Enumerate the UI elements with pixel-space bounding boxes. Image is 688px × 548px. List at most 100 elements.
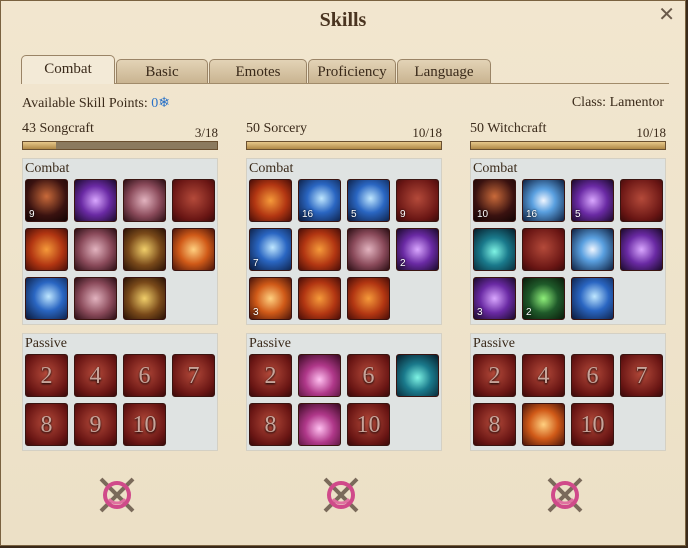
flame-pillar-icon[interactable]	[298, 228, 341, 271]
passive-skill-slot[interactable]: 7	[172, 354, 215, 397]
skill-rank: 2	[526, 307, 532, 318]
sheet-music-icon[interactable]	[74, 228, 117, 271]
skill-rank: 10	[477, 209, 489, 220]
chain-lightning-icon[interactable]: 9	[396, 179, 439, 222]
class-label: Class: Lamentor	[571, 95, 664, 110]
skillset-progress-bar	[246, 141, 442, 150]
note-burst-icon[interactable]	[25, 228, 68, 271]
skill-column-songcraft: 43 Songcraft 3/18 Combat 9 Passive 2 4 6…	[22, 121, 218, 451]
banish-icon[interactable]	[571, 228, 614, 271]
tab-basic[interactable]: Basic	[116, 59, 208, 83]
passive-number: 4	[537, 363, 550, 389]
roar-icon[interactable]	[172, 179, 215, 222]
song-scroll-icon[interactable]	[74, 277, 117, 320]
reset-skills-button[interactable]	[317, 471, 365, 519]
passive-number: 8	[40, 412, 53, 438]
section-label: Combat	[473, 161, 518, 176]
war-horn-icon[interactable]	[123, 277, 166, 320]
firewall-icon[interactable]	[298, 277, 341, 320]
title-bar[interactable]: Skills ✕	[1, 1, 685, 43]
fiend-icon[interactable]: 3	[473, 277, 516, 320]
tab-combat[interactable]: Combat	[21, 55, 115, 84]
blood-curse-icon[interactable]	[522, 228, 565, 271]
snowflake-icon: ❄	[158, 96, 170, 111]
passive-skill-slot[interactable]: 6	[347, 354, 390, 397]
spirit-icon[interactable]: 2	[522, 277, 565, 320]
passive-number: 8	[488, 412, 501, 438]
passive-skill-slot[interactable]: 4	[74, 354, 117, 397]
demon-face-icon[interactable]	[620, 179, 663, 222]
progress-fill	[247, 142, 441, 149]
eclipse-icon[interactable]: 5	[571, 179, 614, 222]
tab-emotes[interactable]: Emotes	[209, 59, 307, 83]
passive-skill-slot[interactable]: 8	[249, 403, 292, 446]
silhouette-icon[interactable]	[473, 228, 516, 271]
passive-skill-slot[interactable]: 9	[74, 403, 117, 446]
lyre-icon[interactable]: 9	[25, 179, 68, 222]
lightning-icon[interactable]: 5	[347, 179, 390, 222]
passive-skill-slot[interactable]: 2	[249, 354, 292, 397]
passive-skill-slot[interactable]: 10	[123, 403, 166, 446]
arcane-swirl-icon[interactable]	[298, 354, 341, 397]
vortex-icon[interactable]	[396, 354, 439, 397]
skillset-header: 50 Sorcery 10/18	[246, 121, 442, 140]
skill-rank: 3	[477, 307, 483, 318]
crossed-swords-icon	[99, 477, 135, 513]
passive-number: 6	[362, 363, 375, 389]
passive-number: 7	[635, 363, 648, 389]
lute-strike-icon[interactable]	[25, 277, 68, 320]
skillset-progress-bar	[22, 141, 218, 150]
ice-wave-icon[interactable]: 7	[249, 228, 292, 271]
skill-column-witchcraft: 50 Witchcraft 10/18 Combat 10 16 5 3 2 P…	[470, 121, 666, 451]
music-notes-icon[interactable]	[74, 179, 117, 222]
magic-scroll-icon[interactable]: 2	[396, 228, 439, 271]
sun-burst-icon[interactable]	[522, 403, 565, 446]
resonance-icon[interactable]	[172, 228, 215, 271]
passive-skill-slot[interactable]: 10	[347, 403, 390, 446]
passive-skill-slot[interactable]: 2	[473, 354, 516, 397]
skills-window: Skills ✕ Combat Basic Emotes Proficiency…	[0, 0, 686, 546]
skillset-header: 50 Witchcraft 10/18	[470, 121, 666, 140]
section-label: Passive	[473, 336, 515, 351]
reset-skills-button[interactable]	[541, 471, 589, 519]
tidal-wave-icon[interactable]	[571, 277, 614, 320]
footprints-icon[interactable]	[347, 228, 390, 271]
fireball-icon[interactable]	[249, 179, 292, 222]
passive-skill-slot[interactable]: 8	[25, 403, 68, 446]
passive-skill-slot[interactable]: 6	[571, 354, 614, 397]
meteor-icon[interactable]	[347, 277, 390, 320]
skillset-level: 3/18	[194, 125, 218, 140]
halo-icon[interactable]	[620, 228, 663, 271]
skillset-progress-bar	[470, 141, 666, 150]
progress-fill	[23, 142, 56, 149]
cursed-hand-icon[interactable]: 10	[473, 179, 516, 222]
passive-skill-slot[interactable]: 6	[123, 354, 166, 397]
close-icon[interactable]: ✕	[658, 5, 675, 25]
skillset-level: 10/18	[412, 125, 442, 140]
passive-skill-slot[interactable]: 2	[25, 354, 68, 397]
passive-number: 4	[89, 363, 102, 389]
tab-proficiency[interactable]: Proficiency	[308, 59, 396, 83]
mana-surge-icon[interactable]	[298, 403, 341, 446]
passive-number: 7	[187, 363, 200, 389]
skill-rank: 16	[302, 209, 314, 220]
skill-rank: 7	[253, 258, 259, 269]
passive-skill-slot[interactable]: 10	[571, 403, 614, 446]
thunderbolt-icon[interactable]: 3	[249, 277, 292, 320]
passive-number: 2	[40, 363, 53, 389]
skill-points-label: Available Skill Points:	[22, 96, 148, 111]
skill-points: Available Skill Points: 0❄	[22, 95, 170, 112]
crossed-swords-icon	[323, 477, 359, 513]
passive-skill-slot[interactable]: 7	[620, 354, 663, 397]
tab-language[interactable]: Language	[397, 59, 491, 83]
reset-skills-button[interactable]	[93, 471, 141, 519]
passive-number: 10	[132, 412, 157, 438]
passive-number: 2	[264, 363, 277, 389]
dark-grasp-icon[interactable]: 16	[522, 179, 565, 222]
passive-skill-slot[interactable]: 8	[473, 403, 516, 446]
frost-bolt-icon[interactable]: 16	[298, 179, 341, 222]
treble-clef-icon[interactable]	[123, 179, 166, 222]
skill-rank: 2	[400, 258, 406, 269]
passive-skill-slot[interactable]: 4	[522, 354, 565, 397]
healing-hymn-icon[interactable]	[123, 228, 166, 271]
